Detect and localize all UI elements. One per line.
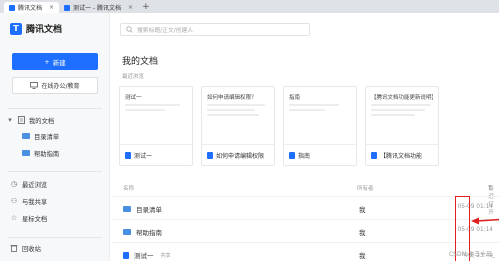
- browser-tab-test[interactable]: 测试一 - 腾讯文档 ×: [59, 2, 138, 13]
- recent-section-label: 最近浏览: [122, 74, 145, 80]
- card-footer: 【腾讯文档功能: [366, 144, 438, 165]
- sidebar-item-my-docs[interactable]: ▾ 我的文档: [0, 114, 110, 126]
- recent-card[interactable]: 测试一 测试一: [119, 86, 193, 166]
- sidebar: T 腾讯文档 + 新建 在线办公/教育 ▾ 我的文档 目录清单 帮助指南 ◷ 最…: [0, 13, 110, 261]
- table-row[interactable]: 目录清单 我 05-09 01:14: [111, 196, 499, 218]
- column-name-header[interactable]: 名称: [123, 184, 134, 192]
- column-time-header[interactable]: 最近打开 ▾: [488, 184, 494, 216]
- sidebar-item-label: 目录清单: [34, 133, 60, 141]
- sidebar-item-label: 回收站: [22, 245, 41, 253]
- table-row[interactable]: 帮助指南 我 05-09 01:14: [111, 219, 499, 241]
- card-name: 指南: [298, 152, 311, 160]
- tab-label: 腾讯文档: [18, 5, 43, 12]
- table-row[interactable]: 测试一 共享 我 今天 23:49: [111, 242, 499, 261]
- card-name: 如何申请编辑权限: [216, 152, 265, 160]
- share-icon: ⚇: [10, 197, 18, 205]
- tencent-docs-favicon-icon: [9, 4, 15, 11]
- recent-card[interactable]: 【腾讯文档功能更新说明】 【腾讯文档功能: [365, 86, 439, 166]
- folder-icon: [123, 229, 131, 235]
- app-logo[interactable]: T 腾讯文档: [10, 22, 62, 35]
- row-name-text: 帮助指南: [136, 229, 162, 237]
- sidebar-divider: [8, 171, 102, 172]
- card-preview: 【腾讯文档功能更新说明】: [366, 87, 438, 145]
- row-name: 目录清单: [123, 204, 162, 214]
- online-office-label: 在线办公/教育: [41, 83, 80, 90]
- page-title: 我的文档: [122, 57, 159, 67]
- sidebar-divider: [8, 108, 102, 109]
- search-placeholder: 搜索标题/正文/创建人: [137, 28, 194, 34]
- card-preview-title: 指南: [289, 95, 301, 101]
- row-name: 测试一 共享: [123, 250, 171, 260]
- folder-icon: [22, 150, 30, 156]
- recent-card[interactable]: 如何申请编辑权限？ 如何申请编辑权限: [201, 86, 275, 166]
- recent-card[interactable]: 指南 指南: [283, 86, 357, 166]
- sidebar-item-catalog[interactable]: 目录清单: [0, 130, 110, 142]
- watermark: CSDN @三十三_: [448, 251, 495, 258]
- column-owner-header[interactable]: 所有者: [357, 184, 374, 192]
- close-icon[interactable]: ×: [49, 4, 54, 11]
- row-name-text: 测试一: [134, 252, 154, 260]
- new-tab-button[interactable]: +: [138, 2, 154, 13]
- browser-tab-bar: 腾讯文档 × 测试一 - 腾讯文档 × +: [0, 0, 499, 13]
- doc-icon: [371, 151, 377, 159]
- document-icon: [18, 116, 25, 124]
- card-preview: 指南: [284, 87, 356, 145]
- tencent-docs-logo-icon: T: [10, 22, 22, 35]
- sidebar-item-label: 与我共享: [22, 198, 48, 206]
- card-name: 测试一: [134, 152, 153, 160]
- online-office-button[interactable]: 在线办公/教育: [12, 77, 98, 94]
- doc-icon: [125, 151, 131, 159]
- browser-tab-docs[interactable]: 腾讯文档 ×: [4, 2, 60, 13]
- new-button-label: 新建: [52, 58, 66, 67]
- folder-icon: [123, 206, 131, 212]
- sidebar-item-label: 最近浏览: [22, 181, 48, 189]
- new-button[interactable]: + 新建: [12, 53, 98, 70]
- close-icon[interactable]: ×: [128, 4, 133, 11]
- row-name: 帮助指南: [123, 227, 162, 237]
- search-icon: [126, 26, 133, 33]
- folder-icon: [22, 133, 30, 139]
- file-table-header: 名称 所有者 最近打开 ▾: [111, 184, 499, 216]
- card-footer: 指南: [284, 144, 356, 165]
- sidebar-item-label: 帮助指南: [34, 150, 60, 158]
- tencent-docs-favicon-icon: [64, 4, 71, 11]
- clock-icon: ◷: [10, 180, 18, 188]
- shared-tag: 共享: [160, 252, 171, 259]
- row-name-text: 目录清单: [136, 206, 162, 214]
- search-input[interactable]: 搜索标题/正文/创建人: [120, 23, 310, 36]
- doc-icon: [123, 251, 129, 259]
- main-content: 搜索标题/正文/创建人 我的文档 最近浏览 测试一 测试一 如何申请编辑权限？ …: [111, 13, 499, 261]
- sidebar-item-help-guide[interactable]: 帮助指南: [0, 147, 110, 159]
- card-footer: 测试一: [120, 144, 192, 165]
- tab-label: 测试一 - 腾讯文档: [73, 5, 122, 12]
- row-owner: 我: [359, 229, 366, 237]
- card-preview: 如何申请编辑权限？: [202, 87, 274, 145]
- star-icon: ☆: [10, 214, 18, 222]
- card-preview-title: 测试一: [125, 95, 142, 101]
- plus-icon: +: [44, 57, 50, 66]
- row-owner: 我: [359, 206, 366, 214]
- sidebar-item-starred[interactable]: ☆ 星标文档: [0, 212, 110, 224]
- sidebar-item-label: 我的文档: [29, 117, 55, 125]
- sidebar-item-label: 星标文档: [22, 215, 48, 223]
- card-footer: 如何申请编辑权限: [202, 144, 274, 165]
- card-preview-title: 如何申请编辑权限？: [207, 95, 257, 101]
- sidebar-divider: [8, 237, 102, 238]
- card-preview: 测试一: [120, 87, 192, 145]
- card-name: 【腾讯文档功能: [380, 152, 423, 160]
- caret-down-icon: ▾: [8, 116, 12, 124]
- annotation-arrow-icon: [471, 217, 499, 225]
- card-preview-title: 【腾讯文档功能更新说明】: [371, 95, 433, 101]
- sidebar-item-shared[interactable]: ⚇ 与我共享: [0, 195, 110, 207]
- sidebar-item-trash[interactable]: 回收站: [0, 242, 110, 254]
- row-owner: 我: [359, 252, 366, 260]
- monitor-icon: [30, 82, 39, 89]
- trash-icon: [10, 245, 18, 252]
- doc-icon: [289, 151, 295, 159]
- recent-cards: 测试一 测试一 如何申请编辑权限？ 如何申请编辑权限 指南 指南 【腾讯文档功能…: [119, 86, 439, 166]
- doc-icon: [207, 151, 213, 159]
- app-name: 腾讯文档: [26, 25, 63, 35]
- sidebar-item-recent[interactable]: ◷ 最近浏览: [0, 178, 110, 190]
